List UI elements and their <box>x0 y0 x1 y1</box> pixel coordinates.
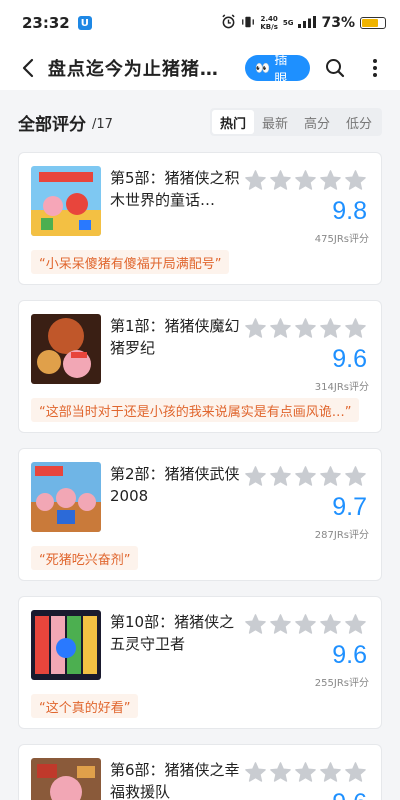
bookmark-pill-button[interactable]: 👀 插眼 <box>245 53 311 87</box>
tab-low-score[interactable]: 低分 <box>338 110 380 134</box>
rating-card[interactable]: 第1部：猪猪侠魔幻猪罗纪 9.6 314JRs评分 “这部当时对于还是小孩的我来… <box>18 300 382 433</box>
more-button[interactable] <box>360 53 390 83</box>
chevron-left-icon <box>22 58 34 78</box>
star-rating-input[interactable] <box>244 169 367 192</box>
network-speed: 2.40 KB/s <box>260 15 278 31</box>
ratings-count: /17 <box>92 116 113 132</box>
search-icon <box>326 59 345 78</box>
star-icon[interactable] <box>294 465 317 488</box>
star-icon[interactable] <box>294 761 317 784</box>
star-icon[interactable] <box>319 465 342 488</box>
top-comment[interactable]: “小呆呆傻猪有傻福开局满配号” <box>31 250 230 274</box>
card-score: 9.8 <box>332 197 367 225</box>
card-score: 9.6 <box>332 345 367 373</box>
star-icon[interactable] <box>344 613 367 636</box>
card-title: 第10部：猪猪侠之五灵守卫者 <box>110 613 235 653</box>
rating-card[interactable]: 第2部：猪猪侠武侠2008 9.7 287JRs评分 “死猪吃兴奋剂” <box>18 448 382 581</box>
star-icon[interactable] <box>319 761 342 784</box>
more-vertical-icon <box>373 59 378 77</box>
star-icon[interactable] <box>294 169 317 192</box>
card-votes: 475JRs评分 <box>314 234 369 245</box>
star-icon[interactable] <box>269 317 292 340</box>
back-button[interactable] <box>14 54 42 82</box>
star-rating-input[interactable] <box>244 761 367 784</box>
poster-image <box>31 314 101 384</box>
battery-percent: 73% <box>321 15 355 31</box>
card-title: 第5部：猪猪侠之积木世界的童话… <box>110 169 240 209</box>
star-icon[interactable] <box>269 761 292 784</box>
card-score: 9.6 <box>332 641 367 669</box>
tab-hot[interactable]: 热门 <box>212 110 254 134</box>
battery-icon <box>360 17 386 29</box>
card-score: 9.7 <box>332 493 367 521</box>
star-icon[interactable] <box>344 465 367 488</box>
card-votes: 314JRs评分 <box>314 382 369 393</box>
signal-icon <box>298 15 317 31</box>
rating-card[interactable]: 第6部：猪猪侠之幸福救援队 9.6 <box>18 744 382 800</box>
star-icon[interactable] <box>269 169 292 192</box>
star-icon[interactable] <box>344 317 367 340</box>
ratings-header: 全部评分 /17 热门 最新 高分 低分 <box>0 100 400 144</box>
star-icon[interactable] <box>319 169 342 192</box>
page-title: 盘点迄今为止猪猪侠… <box>47 59 236 80</box>
card-title: 第2部：猪猪侠武侠2008 <box>110 465 240 505</box>
card-votes: 255JRs评分 <box>314 678 369 689</box>
star-icon[interactable] <box>244 761 267 784</box>
poster-image <box>31 758 101 800</box>
poster-image <box>31 462 101 532</box>
star-icon[interactable] <box>294 317 317 340</box>
star-icon[interactable] <box>244 169 267 192</box>
top-nav-bar: 盘点迄今为止猪猪侠… 👀 插眼 <box>0 46 400 90</box>
poster-image <box>31 610 101 680</box>
card-votes: 287JRs评分 <box>314 530 369 541</box>
rating-card[interactable]: 第10部：猪猪侠之五灵守卫者 9.6 255JRs评分 “这个真的好看” <box>18 596 382 729</box>
eyes-icon: 👀 <box>255 61 271 75</box>
tab-high-score[interactable]: 高分 <box>296 110 338 134</box>
card-title: 第6部：猪猪侠之幸福救援队 <box>110 761 240 800</box>
rating-card[interactable]: 第5部：猪猪侠之积木世界的童话… 9.8 475JRs评分 “小呆呆傻猪有傻福开… <box>18 152 382 285</box>
star-rating-input[interactable] <box>244 317 367 340</box>
vibrate-icon <box>241 15 255 32</box>
app-notification-icon: U <box>77 16 92 30</box>
star-icon[interactable] <box>344 761 367 784</box>
top-comment[interactable]: “这部当时对于还是小孩的我来说属实是有点画风诡…” <box>31 398 360 422</box>
star-rating-input[interactable] <box>244 613 367 636</box>
status-bar: 23:32 U 2.40 KB/s 5G 73% <box>0 0 400 46</box>
alarm-icon <box>221 14 236 32</box>
all-ratings-label: 全部评分 <box>18 114 86 135</box>
star-icon[interactable] <box>244 613 267 636</box>
star-icon[interactable] <box>319 317 342 340</box>
star-icon[interactable] <box>269 613 292 636</box>
star-icon[interactable] <box>319 613 342 636</box>
top-comment[interactable]: “死猪吃兴奋剂” <box>31 546 139 570</box>
poster-image <box>31 166 101 236</box>
clock: 23:32 <box>22 14 70 32</box>
network-type: 5G <box>282 19 294 27</box>
star-icon[interactable] <box>244 317 267 340</box>
star-rating-input[interactable] <box>244 465 367 488</box>
star-icon[interactable] <box>269 465 292 488</box>
tab-latest[interactable]: 最新 <box>254 110 296 134</box>
star-icon[interactable] <box>244 465 267 488</box>
star-icon[interactable] <box>294 613 317 636</box>
star-icon[interactable] <box>344 169 367 192</box>
card-title: 第1部：猪猪侠魔幻猪罗纪 <box>110 317 240 357</box>
sort-tabs: 热门 最新 高分 低分 <box>210 108 382 136</box>
search-button[interactable] <box>320 53 350 83</box>
top-comment[interactable]: “这个真的好看” <box>31 694 139 718</box>
card-score: 9.6 <box>332 789 367 800</box>
bookmark-pill-label: 插眼 <box>274 53 288 87</box>
